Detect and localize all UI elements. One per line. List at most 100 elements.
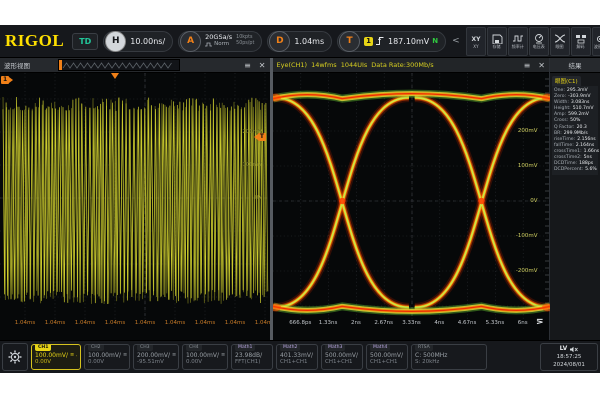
clock-time: 18:57:25: [557, 353, 582, 361]
timebase-value[interactable]: 10.00ns/: [130, 37, 165, 46]
channel-box-math4[interactable]: Math4500.00mV/CH1+CH1: [366, 344, 408, 370]
toolbar-button-freq-counter[interactable]: 频率计: [508, 27, 528, 56]
eye-diagram-icon: [554, 33, 566, 44]
channel-box-math3[interactable]: Math3500.00mV/CH1+CH1: [321, 344, 363, 370]
time-axis-label: 4ns: [434, 320, 444, 326]
channel-menu-icon[interactable]: ≡: [70, 352, 74, 359]
trigger-level-value[interactable]: 187.10mV: [388, 37, 429, 46]
decode-icon: [575, 33, 587, 44]
lock-icon: [76, 353, 77, 359]
top-toolbar: RIGOL TD H 10.00ns/ A 20GSa/s Norm 10kpt…: [0, 25, 600, 58]
gear-icon: [8, 350, 22, 364]
sample-rate[interactable]: 20GSa/s: [205, 34, 232, 41]
time-axis-label: 2.67ns: [374, 320, 393, 326]
panel-menu-icon[interactable]: ≡: [244, 61, 251, 70]
voltage-axis-label: -200mV: [516, 268, 538, 274]
xy-icon: XY: [470, 33, 482, 44]
results-tab-eye[interactable]: 眼图(C1): [552, 76, 581, 86]
results-header: 结果: [550, 58, 600, 73]
channel-tab-label: Math3: [325, 345, 345, 351]
channel-box-math2[interactable]: Math2401.33mV/CH1+CH1: [276, 344, 318, 370]
trigger-mode-badge[interactable]: TD: [72, 33, 98, 50]
acquisition-knob[interactable]: A: [180, 31, 201, 52]
measurement-list: One:295.3mVZero:-303.9mVWidth:3.083nsHei…: [552, 86, 598, 175]
eye-header[interactable]: Eye(CH1) 14wfms 1044UIs Data Rate:300Mb/…: [273, 58, 550, 73]
delay-knob[interactable]: D: [269, 31, 290, 52]
acq-mode-icon: [205, 42, 212, 47]
voltmeter-icon: [533, 33, 545, 44]
rising-edge-icon: [376, 36, 385, 46]
channel-box-ch1[interactable]: CH1100.00mV/≡0.00V: [31, 344, 81, 370]
delay-group: D 1.04ms: [267, 31, 332, 52]
horizontal-knob[interactable]: H: [105, 31, 126, 52]
storage-icon: [491, 33, 503, 44]
channel-tab-label: Math2: [280, 345, 300, 351]
eye-wfms-count: 14wfms: [311, 61, 337, 69]
eye-uis-count: 1044UIs: [341, 61, 368, 69]
channel-menu-icon[interactable]: ≡: [123, 352, 127, 359]
time-axis-label: 6ns: [518, 320, 528, 326]
channel-box-ch2[interactable]: CH2100.00mV/≡0.00V: [84, 344, 130, 370]
results-panel: 结果 眼图(C1) One:295.3mVZero:-303.9mVWidth:…: [549, 58, 600, 340]
waveform-view-header[interactable]: 波形视图 ≡ ✕: [0, 58, 270, 73]
eye-title: Eye(CH1): [277, 61, 308, 69]
toolbar-button-voltmeter[interactable]: 电压表: [529, 27, 549, 56]
channel1-marker[interactable]: 1: [1, 76, 9, 84]
time-axis-label: 3.33ns: [402, 320, 421, 326]
results-title: 结果: [569, 60, 582, 70]
channel-box-ch4[interactable]: CH4100.00mV/≡0.00V: [182, 344, 228, 370]
waveform-view-panel: 波形视图 ≡ ✕ 1 T 200mV100mV0V 1.04ms1.04ms1.…: [0, 58, 270, 340]
freq-counter-icon: [512, 33, 524, 44]
oscilloscope-screen: RIGOL TD H 10.00ns/ A 20GSa/s Norm 10kpt…: [0, 25, 600, 373]
channel-box-math1[interactable]: Math123.98dB/FFT(CH1): [231, 344, 273, 370]
channel-menu-icon[interactable]: ≡: [172, 352, 176, 359]
delay-value[interactable]: 1.04ms: [294, 37, 324, 46]
time-axis-label: 1.04ms: [195, 320, 215, 326]
channel-box-ch3[interactable]: CH3200.00mV/≡-95.51mV: [133, 344, 179, 370]
channel-box-rtsa[interactable]: RTSAC: 500MHzS: 20kHz: [411, 344, 487, 370]
toolbar-button-xy[interactable]: XYXY: [466, 27, 486, 56]
settings-button[interactable]: [2, 343, 28, 371]
trigger-group: T 1 187.10mV N: [337, 31, 446, 52]
channel-tab-label: CH3: [137, 345, 153, 351]
lan-status: LV: [560, 345, 568, 353]
toolbar-button-decode[interactable]: 解码: [571, 27, 591, 56]
bottom-status-bar: CH1100.00mV/≡0.00VCH2100.00mV/≡0.00VCH32…: [0, 340, 600, 373]
speaker-muted-icon: [570, 346, 578, 353]
trigger-status-flag: N: [432, 37, 438, 45]
channel-menu-icon[interactable]: ≡: [221, 352, 225, 359]
toolbar-button-storage[interactable]: 存储: [487, 27, 507, 56]
trigger-source-badge[interactable]: 1: [364, 37, 373, 46]
eye-plot-area[interactable]: 200mV100mV0V-100mV-200mV 666.8ps1.33ns2n…: [273, 73, 550, 340]
system-status-clock[interactable]: LV 18:57:25 2024/08/01: [540, 343, 598, 371]
trigger-knob[interactable]: T: [339, 31, 360, 52]
toolbar-button-waveform-record[interactable]: 波形录制: [592, 27, 600, 56]
time-axis-label: 666.8ps: [289, 320, 311, 326]
time-axis-label: 1.04ms: [135, 320, 155, 326]
time-axis-label: 1.04ms: [225, 320, 245, 326]
waveform-preview-strip[interactable]: [58, 59, 180, 71]
time-axis-label: 1.04ms: [105, 320, 125, 326]
toolbar-button-eye-diagram[interactable]: 眼图: [550, 27, 570, 56]
time-axis-label: 1.04ms: [15, 320, 35, 326]
voltage-axis-label: 200mV: [518, 128, 538, 134]
acquisition-group: A 20GSa/s Norm 10kpts 50ps/pt: [178, 31, 262, 52]
eye-menu-icon[interactable]: ≡: [524, 61, 531, 70]
quick-menu-icon[interactable]: ⋝: [536, 317, 544, 327]
voltage-axis-label: 100mV: [518, 163, 538, 169]
waveform-record-icon: [596, 33, 600, 44]
channel-tab-label: Math4: [370, 345, 390, 351]
preview-cursor[interactable]: [59, 60, 62, 70]
eye-close-icon[interactable]: ✕: [538, 61, 545, 70]
voltage-axis-label: 200mV: [242, 129, 262, 135]
time-axis-label: 1.04ms: [165, 320, 185, 326]
toolbar-scroll-left[interactable]: <: [451, 36, 461, 46]
trigger-position-marker[interactable]: [111, 73, 119, 79]
time-axis-label: 2ns: [351, 320, 361, 326]
horizontal-group: H 10.00ns/: [103, 31, 173, 52]
waveform-plot-area[interactable]: 1 T 200mV100mV0V 1.04ms1.04ms1.04ms1.04m…: [0, 73, 270, 340]
panel-close-icon[interactable]: ✕: [259, 61, 266, 70]
eye-axis-labels: 666.8ps1.33ns2ns2.67ns3.33ns4ns4.67ns5.3…: [273, 320, 550, 332]
time-axis-label: 1.33ns: [319, 320, 338, 326]
time-axis-label: 1.04ms: [45, 320, 65, 326]
